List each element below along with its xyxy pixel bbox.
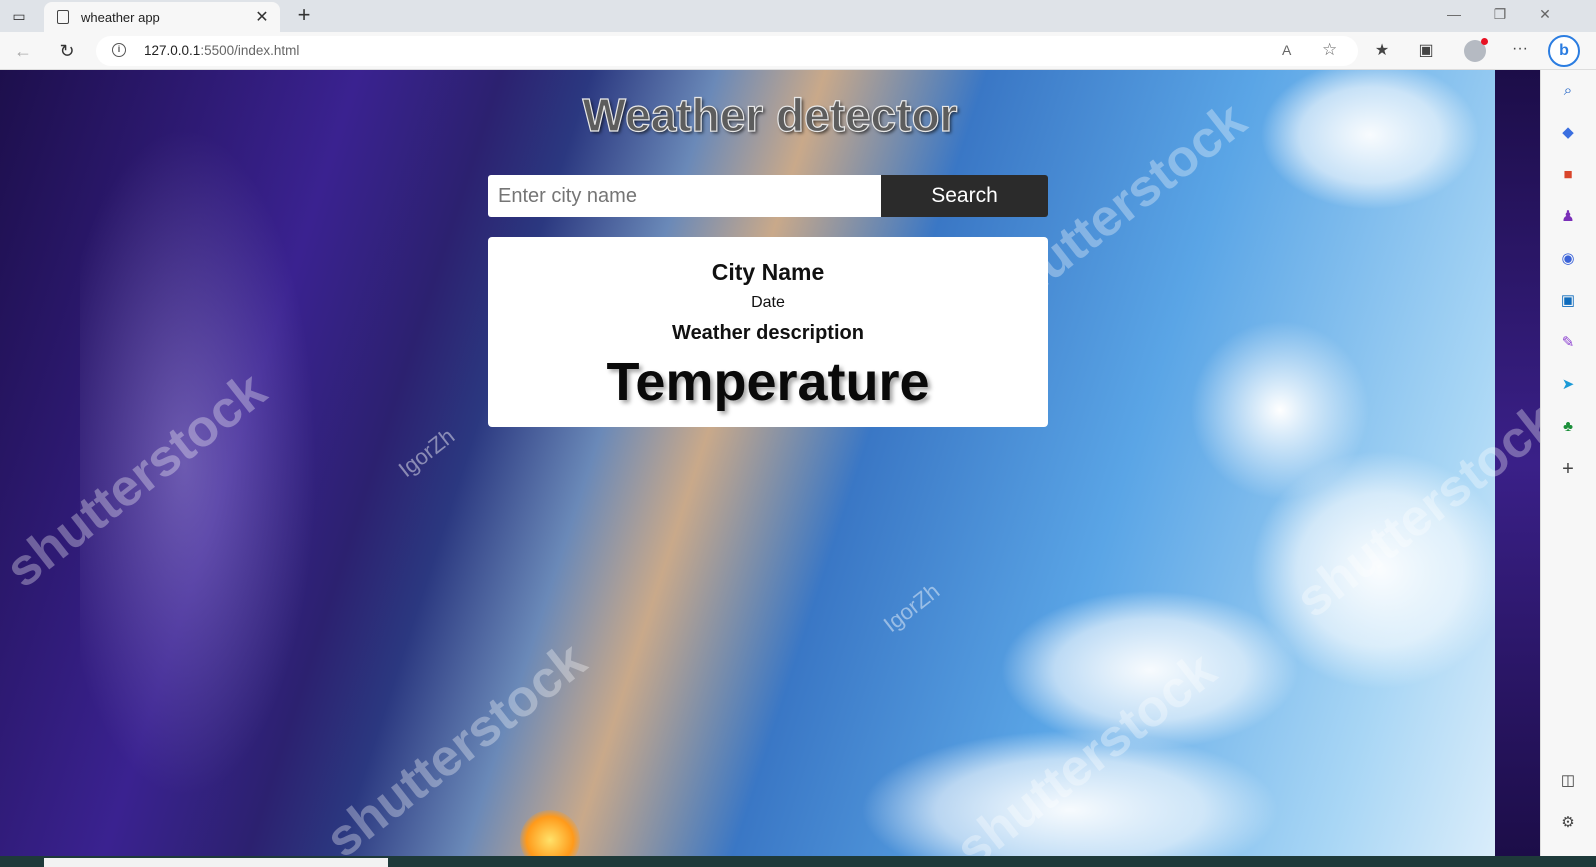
tab-actions-icon[interactable]: ▭ bbox=[8, 6, 30, 26]
weather-card: City Name Date Weather description Tempe… bbox=[488, 237, 1048, 427]
tab-close-icon[interactable]: ✕ bbox=[252, 7, 272, 27]
temperature: Temperature bbox=[606, 352, 930, 412]
tab-title: wheather app bbox=[81, 9, 160, 25]
page-viewport: shutterstock shutterstock shutterstock s… bbox=[0, 70, 1540, 856]
add-icon[interactable]: + bbox=[1557, 458, 1579, 480]
page-title: Weather detector bbox=[582, 88, 958, 141]
search-icon[interactable]: ⌕ bbox=[1557, 80, 1579, 102]
url-text: 127.0.0.1:5500/index.html bbox=[144, 43, 299, 58]
bing-copilot-button[interactable]: b bbox=[1548, 35, 1580, 67]
taskbar bbox=[0, 856, 1596, 867]
outlook-icon[interactable]: ▣ bbox=[1557, 290, 1579, 312]
restore-button[interactable]: ❐ bbox=[1490, 6, 1510, 23]
sunset bbox=[520, 810, 580, 856]
notification-dot bbox=[1481, 38, 1488, 45]
weather-description: Weather description bbox=[672, 322, 864, 344]
profile-avatar[interactable] bbox=[1464, 38, 1488, 62]
sun bbox=[1190, 320, 1370, 500]
back-arrow-icon[interactable]: ← bbox=[12, 40, 34, 62]
minimize-button[interactable]: — bbox=[1444, 6, 1464, 22]
copilot-icon[interactable]: ◉ bbox=[1557, 248, 1579, 270]
browser-tab[interactable]: wheather app ✕ bbox=[44, 2, 280, 32]
designer-icon[interactable]: ✎ bbox=[1557, 332, 1579, 354]
site-info-icon[interactable]: i bbox=[112, 43, 126, 57]
address-bar-row: ← ↻ i 127.0.0.1:5500/index.html A ☆ ★ ▣ … bbox=[0, 32, 1596, 70]
collections-icon[interactable]: ▣ bbox=[1414, 40, 1438, 60]
search-button[interactable]: Search bbox=[881, 175, 1048, 217]
url-path: :5500/index.html bbox=[200, 43, 300, 58]
page-icon bbox=[57, 10, 69, 24]
search-form: Search bbox=[488, 175, 1048, 217]
tag-icon[interactable]: ◆ bbox=[1557, 122, 1579, 144]
favorites-icon[interactable]: ★ bbox=[1370, 40, 1394, 60]
city-name: City Name bbox=[711, 259, 825, 285]
read-aloud-icon[interactable]: A bbox=[1282, 42, 1291, 58]
split-icon[interactable]: ◫ bbox=[1557, 770, 1579, 792]
add-favorite-icon[interactable]: ☆ bbox=[1322, 40, 1337, 60]
taskbar-window[interactable] bbox=[44, 858, 388, 867]
tree-icon[interactable]: ♣ bbox=[1557, 416, 1579, 438]
date-text: Date bbox=[751, 294, 785, 311]
games-icon[interactable]: ♟ bbox=[1557, 206, 1579, 228]
url-host: 127.0.0.1 bbox=[144, 43, 201, 58]
url-field[interactable]: i 127.0.0.1:5500/index.html A ☆ bbox=[96, 36, 1358, 66]
browser-sidebar: ⌕ ◆ ■ ♟ ◉ ▣ ✎ ➤ ♣ + ◫ ⚙ bbox=[1540, 70, 1596, 856]
settings-icon[interactable]: ⚙ bbox=[1557, 812, 1579, 834]
watermark-author: IgorZh bbox=[393, 423, 460, 483]
close-window-button[interactable]: ✕ bbox=[1535, 6, 1555, 23]
briefcase-icon[interactable]: ■ bbox=[1557, 164, 1579, 186]
watermark-author: IgorZh bbox=[878, 578, 945, 638]
tab-strip: ▭ wheather app ✕ + — ❐ ✕ bbox=[0, 0, 1596, 32]
refresh-icon[interactable]: ↻ bbox=[56, 40, 78, 62]
send-icon[interactable]: ➤ bbox=[1557, 374, 1579, 396]
new-tab-button[interactable]: + bbox=[292, 4, 316, 28]
more-menu-icon[interactable]: ··· bbox=[1508, 40, 1532, 58]
city-search-input[interactable] bbox=[488, 175, 881, 217]
